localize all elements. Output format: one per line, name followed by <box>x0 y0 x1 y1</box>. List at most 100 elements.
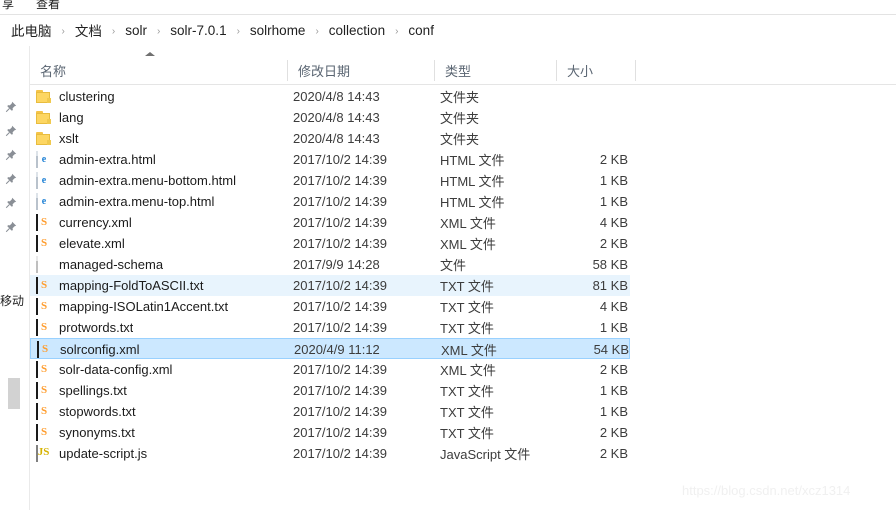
folder-icon <box>36 110 52 126</box>
file-date-cell: 2020/4/8 14:43 <box>293 128 380 149</box>
menu-item-view[interactable]: 查看 <box>36 0 60 12</box>
breadcrumb-item-conf[interactable]: conf <box>405 22 437 39</box>
column-header-date[interactable]: 修改日期 <box>288 56 434 84</box>
table-row[interactable]: Ssolrconfig.xml 2020/4/9 11:12 XML 文件 54 KB <box>30 338 630 359</box>
file-type-label: XML 文件 <box>441 343 497 358</box>
file-name-label: solr-data-config.xml <box>59 362 173 377</box>
file-date-label: 2017/10/2 14:39 <box>293 320 387 335</box>
table-row[interactable]: Ssynonyms.txt 2017/10/2 14:39 TXT 文件 2 KB <box>30 422 630 443</box>
file-size-cell: 58 KB <box>510 254 628 275</box>
breadcrumb-item-collection[interactable]: collection <box>326 22 388 39</box>
file-type-label: HTML 文件 <box>440 195 505 210</box>
table-row[interactable]: managed-schema 2017/9/9 14:28 文件 58 KB <box>30 254 630 275</box>
file-type-label: TXT 文件 <box>440 321 494 336</box>
table-row[interactable]: Smapping-ISOLatin1Accent.txt 2017/10/2 14… <box>30 296 630 317</box>
file-type-cell: XML 文件 <box>440 212 496 233</box>
file-date-label: 2017/10/2 14:39 <box>293 404 387 419</box>
column-header-size[interactable]: 大小 <box>557 56 635 84</box>
column-header-type[interactable]: 类型 <box>435 56 556 84</box>
table-row[interactable]: e admin-extra.menu-bottom.html 2017/10/2 1… <box>30 170 630 191</box>
column-header-name-label: 名称 <box>40 63 67 79</box>
file-date-label: 2017/9/9 14:28 <box>293 257 380 272</box>
file-name-cell[interactable]: Ssynonyms.txt <box>36 422 135 443</box>
file-list-view[interactable]: 名称 修改日期 类型 大小 clustering 2020/4/8 14:43 文件… <box>30 46 896 510</box>
column-header-name[interactable]: 名称 <box>30 52 287 84</box>
file-size-label: 58 KB <box>592 257 628 272</box>
file-type-cell: TXT 文件 <box>440 422 494 443</box>
file-size-cell: 2 KB <box>510 359 628 380</box>
file-name-cell[interactable]: Ssolrconfig.xml <box>37 339 139 360</box>
breadcrumb-item-this-pc[interactable]: 此电脑 <box>8 19 55 41</box>
file-size-label: 1 KB <box>599 194 628 209</box>
file-name-cell[interactable]: clustering <box>36 86 115 107</box>
file-size-cell: 81 KB <box>510 275 628 296</box>
file-size-cell: 1 KB <box>510 401 628 422</box>
table-row[interactable]: Sstopwords.txt 2017/10/2 14:39 TXT 文件 1 KB <box>30 401 630 422</box>
sublime-text-file-icon: S <box>36 318 52 336</box>
sublime-text-file-icon: S <box>36 276 52 294</box>
file-name-label: spellings.txt <box>59 383 127 398</box>
table-row[interactable]: Smapping-FoldToASCII.txt 2017/10/2 14:39 T… <box>30 275 630 296</box>
file-name-cell[interactable]: Smapping-ISOLatin1Accent.txt <box>36 296 228 317</box>
table-row[interactable]: e admin-extra.menu-top.html 2017/10/2 14:3… <box>30 191 630 212</box>
file-date-cell: 2017/10/2 14:39 <box>293 422 387 443</box>
file-name-cell[interactable]: e admin-extra.menu-bottom.html <box>36 170 236 191</box>
file-name-cell[interactable]: xslt <box>36 128 79 149</box>
file-type-label: XML 文件 <box>440 216 496 231</box>
nav-scrollbar-track[interactable] <box>8 46 20 510</box>
file-type-cell: TXT 文件 <box>440 296 494 317</box>
file-name-label: clustering <box>59 89 115 104</box>
menu-item-share[interactable]: 享 <box>2 0 14 12</box>
nav-scrollbar-thumb[interactable] <box>8 378 20 409</box>
table-row[interactable]: Ssolr-data-config.xml 2017/10/2 14:39 XML … <box>30 359 630 380</box>
file-type-label: TXT 文件 <box>440 300 494 315</box>
table-row[interactable]: Selevate.xml 2017/10/2 14:39 XML 文件 2 KB <box>30 233 630 254</box>
table-row[interactable]: e admin-extra.html 2017/10/2 14:39 HTML 文件 2… <box>30 149 630 170</box>
table-row[interactable]: Sspellings.txt 2017/10/2 14:39 TXT 文件 1 KB <box>30 380 630 401</box>
file-date-cell: 2020/4/9 11:12 <box>294 339 380 360</box>
breadcrumb-item-solrhome[interactable]: solrhome <box>247 22 309 39</box>
file-size-cell <box>510 128 628 149</box>
breadcrumb-item-documents[interactable]: 文档 <box>72 19 105 41</box>
file-name-cell[interactable]: e admin-extra.html <box>36 149 156 170</box>
table-row[interactable]: clustering 2020/4/8 14:43 文件夹 <box>30 86 630 107</box>
table-row[interactable]: Scurrency.xml 2017/10/2 14:39 XML 文件 4 KB <box>30 212 630 233</box>
table-row[interactable]: Sprotwords.txt 2017/10/2 14:39 TXT 文件 1 KB <box>30 317 630 338</box>
file-name-cell[interactable]: Selevate.xml <box>36 233 125 254</box>
address-bar[interactable]: 此电脑 › 文档 › solr › solr-7.0.1 › solrhome … <box>0 15 896 45</box>
breadcrumb-item-solr[interactable]: solr <box>122 22 150 39</box>
column-header-type-label: 类型 <box>445 63 472 79</box>
file-date-label: 2020/4/8 14:43 <box>293 110 380 125</box>
file-name-cell[interactable]: e admin-extra.menu-top.html <box>36 191 214 212</box>
file-date-label: 2017/10/2 14:39 <box>293 446 387 461</box>
file-type-label: XML 文件 <box>440 363 496 378</box>
file-name-cell[interactable]: Sstopwords.txt <box>36 401 136 422</box>
file-name-cell[interactable]: Smapping-FoldToASCII.txt <box>36 275 204 296</box>
file-name-cell[interactable]: lang <box>36 107 84 128</box>
column-divider[interactable] <box>635 60 636 81</box>
file-date-cell: 2017/10/2 14:39 <box>293 317 387 338</box>
file-name-cell[interactable]: Scurrency.xml <box>36 212 132 233</box>
chevron-right-icon: › <box>156 25 161 37</box>
file-date-cell: 2017/9/9 14:28 <box>293 254 380 275</box>
file-name-cell[interactable]: Sprotwords.txt <box>36 317 133 338</box>
column-header-underline <box>30 84 896 85</box>
file-name-cell[interactable]: JS update-script.js <box>36 443 147 464</box>
table-row[interactable]: xslt 2020/4/8 14:43 文件夹 <box>30 128 630 149</box>
table-row[interactable]: lang 2020/4/8 14:43 文件夹 <box>30 107 630 128</box>
file-type-cell: TXT 文件 <box>440 275 494 296</box>
file-date-cell: 2017/10/2 14:39 <box>293 233 387 254</box>
file-name-cell[interactable]: Sspellings.txt <box>36 380 127 401</box>
breadcrumb-item-solr-701[interactable]: solr-7.0.1 <box>167 22 229 39</box>
file-size-label: 1 KB <box>599 383 628 398</box>
chevron-right-icon: › <box>236 25 240 37</box>
file-size-label: 54 KB <box>593 342 629 357</box>
file-name-cell[interactable]: Ssolr-data-config.xml <box>36 359 172 380</box>
column-header-date-label: 修改日期 <box>298 63 351 79</box>
table-row[interactable]: JS update-script.js 2017/10/2 14:39 JavaScr… <box>30 443 630 464</box>
file-name-cell[interactable]: managed-schema <box>36 254 163 275</box>
file-size-label: 1 KB <box>599 320 628 335</box>
file-name-label: synonyms.txt <box>59 425 135 440</box>
menu-strip: 享 查看 <box>0 0 896 14</box>
file-name-label: lang <box>59 110 84 125</box>
